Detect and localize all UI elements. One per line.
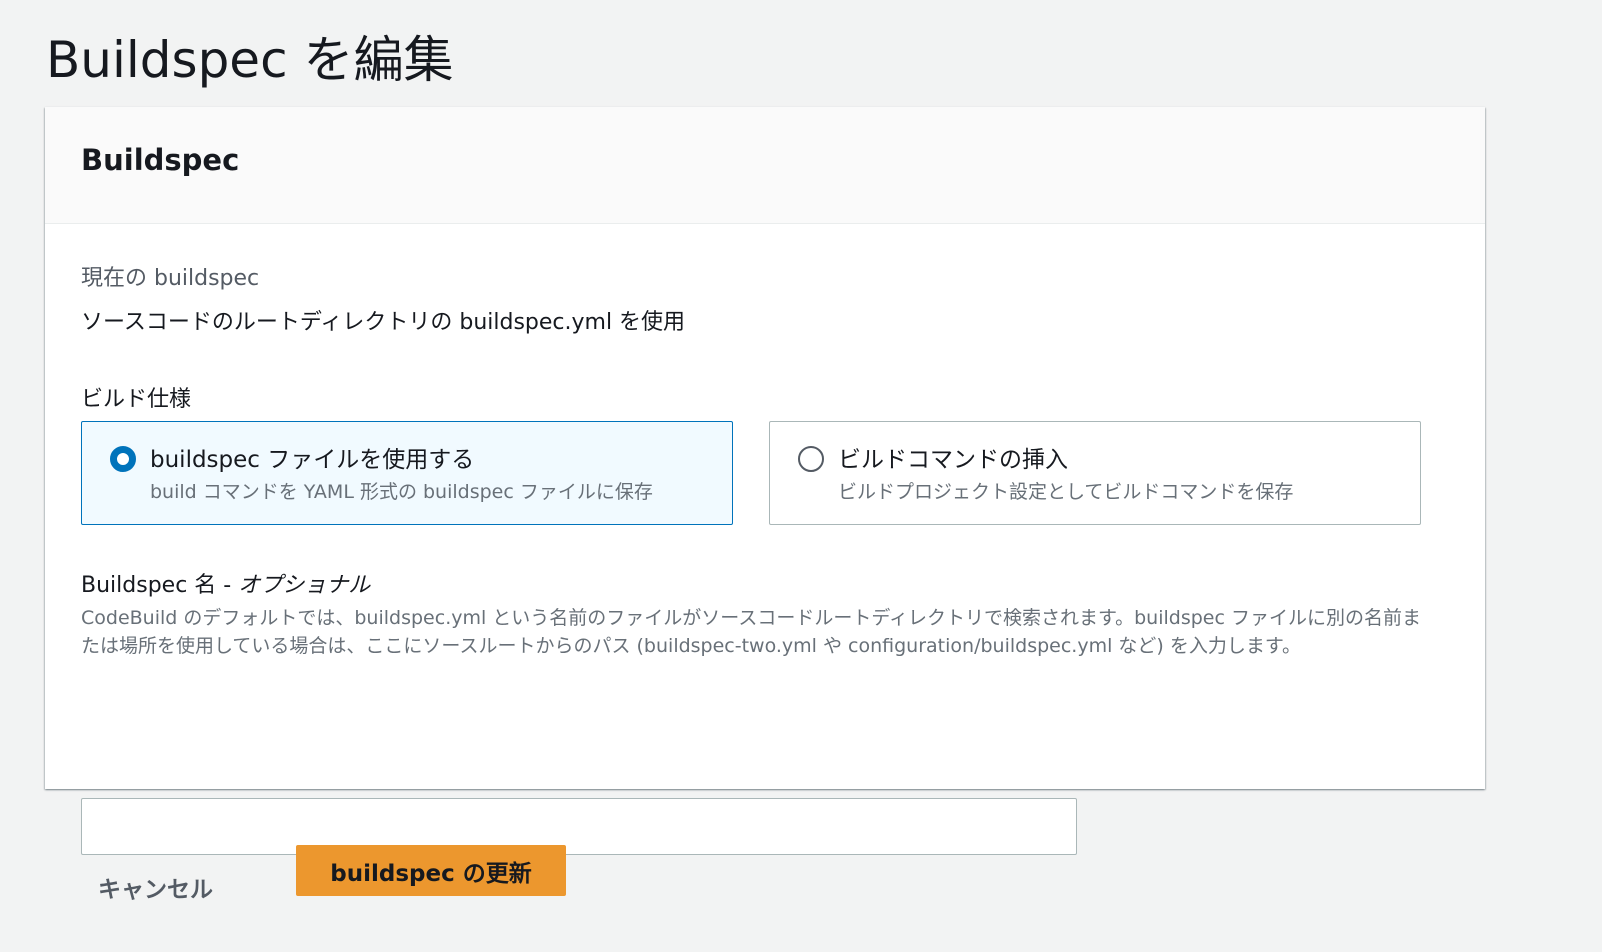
option-insert-build-commands[interactable]: ビルドコマンドの挿入 ビルドプロジェクト設定としてビルドコマンドを保存 [769,421,1421,525]
cancel-button[interactable]: キャンセル [98,870,213,904]
radio-selected-icon[interactable] [110,446,136,472]
buildspec-name-input[interactable] [81,798,1077,855]
option-title: buildspec ファイルを使用する [150,447,475,473]
build-spec-label: ビルド仕様 [81,387,192,412]
buildspec-name-description: CodeBuild のデフォルトでは、buildspec.yml という名前のフ… [81,607,1421,657]
buildspec-name-label: Buildspec 名 - オプショナル [81,567,370,599]
panel-title: Buildspec [81,143,240,177]
option-use-buildspec-file[interactable]: buildspec ファイルを使用する build コマンドを YAML 形式の… [81,421,733,525]
buildspec-name-label-text: Buildspec 名 - [81,573,239,598]
buildspec-panel: Buildspec 現在の buildspec ソースコードのルートディレクトリ… [45,107,1485,855]
radio-unselected-icon[interactable] [798,446,824,472]
update-buildspec-button[interactable]: buildspec の更新 [296,845,566,896]
option-description: ビルドプロジェクト設定としてビルドコマンドを保存 [838,481,1294,503]
current-buildspec-label: 現在の buildspec [81,266,260,291]
option-description: build コマンドを YAML 形式の buildspec ファイルに保存 [150,481,653,503]
optional-tag: オプショナル [238,573,371,598]
panel-header: Buildspec [45,107,1485,224]
current-buildspec-value: ソースコードのルートディレクトリの buildspec.yml を使用 [81,310,686,335]
option-title: ビルドコマンドの挿入 [838,447,1068,473]
page-title: Buildspec を編集 [46,31,454,89]
